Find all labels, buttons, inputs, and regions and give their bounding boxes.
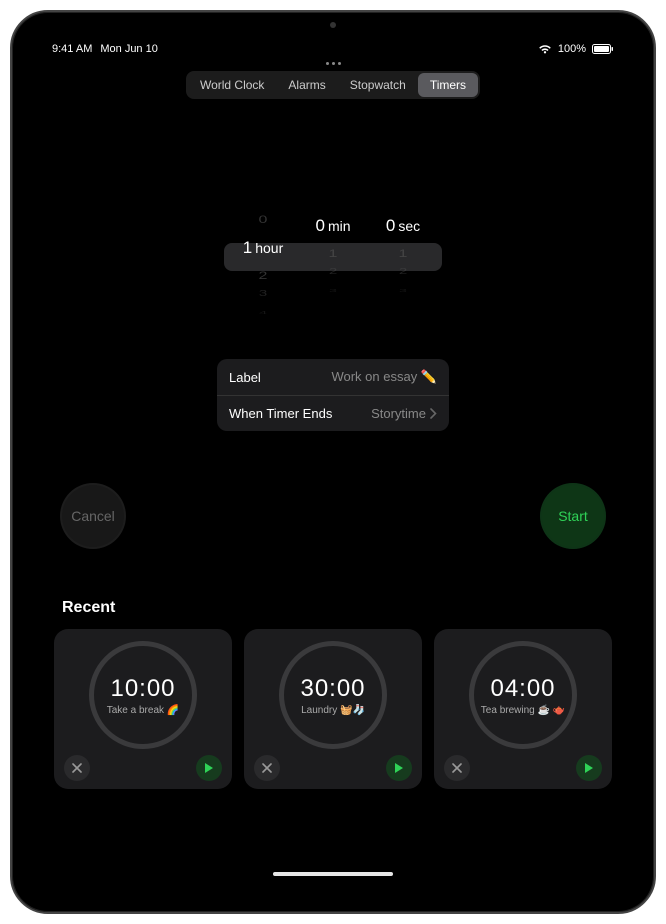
play-icon xyxy=(584,762,594,774)
tab-alarms[interactable]: Alarms xyxy=(276,73,337,97)
play-timer-button[interactable] xyxy=(576,755,602,781)
ipad-frame: 9:41 AM Mon Jun 10 100% World Clock Alar… xyxy=(10,10,656,914)
timer-label: Laundry 🧺🧦 xyxy=(295,705,371,716)
settings-end-title: When Timer Ends xyxy=(229,406,332,421)
picker-minutes-selected: 0 min xyxy=(315,212,350,240)
screen: 9:41 AM Mon Jun 10 100% World Clock Alar… xyxy=(40,40,626,884)
recent-card[interactable]: 30:00 Laundry 🧺🧦 xyxy=(244,629,422,789)
picker-hours-below1: 2 xyxy=(259,268,268,283)
settings-end-value: Storytime xyxy=(371,406,426,421)
start-button[interactable]: Start xyxy=(540,483,606,549)
close-icon xyxy=(262,763,272,773)
picker-minutes-below2: 2 xyxy=(329,266,337,278)
status-date: Mon Jun 10 xyxy=(100,43,157,55)
settings-row-label[interactable]: Label Work on essay ✏️ xyxy=(217,359,449,395)
play-icon xyxy=(204,762,214,774)
picker-seconds-below2: 2 xyxy=(399,266,407,278)
tab-timers[interactable]: Timers xyxy=(418,73,478,97)
settings-row-when-ends[interactable]: When Timer Ends Storytime xyxy=(217,395,449,431)
picker-hours-below3: 4 xyxy=(259,308,267,316)
picker-seconds-column[interactable]: 0 sec 1 2 3 xyxy=(368,209,438,309)
home-indicator[interactable] xyxy=(273,872,393,876)
timer-time: 04:00 xyxy=(490,675,555,703)
timer-dial: 30:00 Laundry 🧺🧦 xyxy=(279,641,387,749)
status-bar: 9:41 AM Mon Jun 10 100% xyxy=(40,40,626,58)
close-icon xyxy=(452,763,462,773)
play-timer-button[interactable] xyxy=(386,755,412,781)
cancel-button[interactable]: Cancel xyxy=(60,483,126,549)
picker-hours-below2: 3 xyxy=(259,288,267,300)
timer-dial: 10:00 Take a break 🌈 xyxy=(89,641,197,749)
tab-bar: World Clock Alarms Stopwatch Timers xyxy=(40,71,626,99)
delete-timer-button[interactable] xyxy=(64,755,90,781)
picker-hours-selected: 1 hour xyxy=(243,234,284,262)
timer-label: Take a break 🌈 xyxy=(101,705,186,716)
picker-seconds-below3: 3 xyxy=(399,286,407,294)
recent-card[interactable]: 04:00 Tea brewing ☕️ 🫖 xyxy=(434,629,612,789)
settings-label-title: Label xyxy=(229,370,261,385)
play-timer-button[interactable] xyxy=(196,755,222,781)
duration-picker[interactable]: 0 1 hour 2 3 4 0 min xyxy=(40,209,626,309)
delete-timer-button[interactable] xyxy=(254,755,280,781)
play-icon xyxy=(394,762,404,774)
tab-stopwatch[interactable]: Stopwatch xyxy=(338,73,418,97)
tab-world-clock[interactable]: World Clock xyxy=(188,73,276,97)
recent-card[interactable]: 10:00 Take a break 🌈 xyxy=(54,629,232,789)
timer-label: Tea brewing ☕️ 🫖 xyxy=(475,705,571,716)
picker-seconds-selected: 0 sec xyxy=(386,212,420,240)
close-icon xyxy=(72,763,82,773)
status-time: 9:41 AM xyxy=(52,43,92,55)
picker-minutes-below1: 1 xyxy=(329,246,338,261)
wifi-icon xyxy=(538,44,552,54)
settings-label-value: Work on essay ✏️ xyxy=(331,369,437,385)
recent-header: Recent xyxy=(40,599,626,617)
battery-percent: 100% xyxy=(558,43,586,55)
picker-hours-above: 0 xyxy=(259,212,268,227)
timer-dial: 04:00 Tea brewing ☕️ 🫖 xyxy=(469,641,577,749)
delete-timer-button[interactable] xyxy=(444,755,470,781)
front-camera xyxy=(330,22,336,28)
chevron-right-icon xyxy=(430,408,437,419)
recent-timers: 10:00 Take a break 🌈 30:00 Laundry 🧺🧦 xyxy=(40,629,626,789)
picker-minutes-below3: 3 xyxy=(329,286,337,294)
battery-icon xyxy=(592,44,614,54)
picker-seconds-below1: 1 xyxy=(399,246,408,261)
multitask-indicator[interactable] xyxy=(40,62,626,65)
picker-hours-column[interactable]: 0 1 hour 2 3 4 xyxy=(228,209,298,309)
picker-minutes-column[interactable]: 0 min 1 2 3 xyxy=(298,209,368,309)
action-row: Cancel Start xyxy=(40,483,626,549)
timer-time: 10:00 xyxy=(110,675,175,703)
timer-settings: Label Work on essay ✏️ When Timer Ends S… xyxy=(217,359,449,431)
timer-time: 30:00 xyxy=(300,675,365,703)
